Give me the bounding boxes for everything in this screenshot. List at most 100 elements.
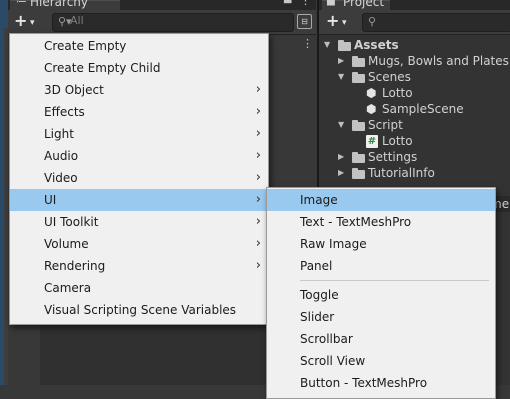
expand-arrow-icon[interactable]: ▼ bbox=[338, 69, 344, 85]
menu-item-create-empty-child[interactable]: Create Empty Child bbox=[10, 57, 268, 79]
menu-item-label: 3D Object bbox=[44, 83, 104, 97]
folder-open-icon bbox=[352, 120, 365, 131]
menu-item-label: Create Empty bbox=[44, 39, 127, 53]
tree-item-script[interactable]: ▼ Script bbox=[319, 117, 510, 133]
tree-item-label: Settings bbox=[368, 150, 418, 164]
submenu-item-panel[interactable]: Panel bbox=[267, 255, 495, 277]
tree-item-label: Script bbox=[368, 118, 403, 132]
hierarchy-search-input[interactable] bbox=[52, 13, 294, 32]
menu-item-3d-object[interactable]: 3D Object › bbox=[10, 79, 268, 101]
submenu-item-label: Slider bbox=[300, 310, 335, 324]
menu-item-create-empty[interactable]: Create Empty bbox=[10, 35, 268, 57]
hierarchy-empty-area bbox=[40, 320, 268, 385]
menu-item-label: Visual Scripting Scene Variables bbox=[44, 303, 237, 317]
ui-submenu: Image Text - TextMeshPro Raw Image Panel Tog… bbox=[266, 187, 496, 399]
submenu-item-scroll-view[interactable]: Scroll View bbox=[267, 350, 495, 372]
folder-open-icon bbox=[338, 40, 351, 51]
csharp-script-icon: # bbox=[366, 135, 378, 148]
menu-item-visual-scripting-scene-variables[interactable]: Visual Scripting Scene Variables bbox=[10, 299, 268, 321]
menu-item-camera[interactable]: Camera bbox=[10, 277, 268, 299]
hierarchy-add-button[interactable]: + ▾ bbox=[12, 11, 42, 31]
menu-item-label: Light bbox=[44, 127, 74, 141]
menu-item-label: Camera bbox=[44, 281, 92, 295]
project-search-input[interactable] bbox=[362, 13, 510, 32]
unity-scene-icon: ⬢ bbox=[366, 86, 377, 100]
folder-open-icon bbox=[352, 72, 365, 83]
plus-icon: + bbox=[14, 11, 28, 30]
expand-arrow-icon[interactable]: ▼ bbox=[324, 37, 330, 53]
hierarchy-list-icon: ≔ bbox=[16, 0, 27, 7]
submenu-item-button-textmeshpro[interactable]: Button - TextMeshPro bbox=[267, 372, 495, 394]
submenu-arrow-icon: › bbox=[255, 170, 261, 185]
menu-item-ui[interactable]: UI › bbox=[10, 189, 268, 211]
submenu-arrow-icon: › bbox=[255, 258, 261, 273]
menu-item-label: Video bbox=[44, 171, 78, 185]
tree-item-tutorialinfo[interactable]: ▶ TutorialInfo bbox=[319, 165, 510, 181]
folder-icon bbox=[352, 152, 365, 163]
menu-item-label: Effects bbox=[44, 105, 85, 119]
menu-item-label: Create Empty Child bbox=[44, 61, 161, 75]
tree-item-label: TutorialInfo bbox=[368, 166, 435, 180]
tree-item-label: Lotto bbox=[382, 134, 413, 148]
submenu-arrow-icon: › bbox=[255, 236, 261, 251]
tree-item-label: Mugs, Bowls and Plates bbox=[368, 54, 509, 68]
tree-item-label: SampleScene bbox=[382, 102, 464, 116]
menu-item-effects[interactable]: Effects › bbox=[10, 101, 268, 123]
submenu-item-label: Text - TextMeshPro bbox=[300, 215, 412, 229]
menu-item-label: Audio bbox=[44, 149, 79, 163]
search-icon[interactable]: ⚲ bbox=[368, 15, 376, 28]
hierarchy-tab-label: Hierarchy bbox=[30, 0, 89, 9]
submenu-arrow-icon: › bbox=[255, 148, 261, 163]
collapse-arrow-icon[interactable]: ▶ bbox=[338, 53, 344, 69]
chevron-down-icon: ▾ bbox=[342, 18, 347, 28]
tree-item-label: Scenes bbox=[368, 70, 411, 84]
submenu-item-label: Scrollbar bbox=[300, 332, 353, 346]
chevron-down-icon: ▾ bbox=[30, 18, 35, 28]
menu-item-ui-toolkit[interactable]: UI Toolkit › bbox=[10, 211, 268, 233]
submenu-item-slider[interactable]: Slider bbox=[267, 306, 495, 328]
submenu-item-text-textmeshpro[interactable]: Text - TextMeshPro bbox=[267, 211, 495, 233]
tree-item-lotto[interactable]: # Lotto bbox=[319, 133, 510, 149]
menu-item-video[interactable]: Video › bbox=[10, 167, 268, 189]
tree-item-lotto[interactable]: ⬢ Lotto bbox=[319, 85, 510, 101]
menu-item-label: Volume bbox=[44, 237, 89, 251]
collapse-arrow-icon[interactable]: ▶ bbox=[338, 165, 344, 181]
submenu-arrow-icon: › bbox=[255, 192, 261, 207]
lock-icon[interactable]: ■ bbox=[283, 0, 292, 5]
submenu-item-label: Scroll View bbox=[300, 354, 366, 368]
tree-item-samplescene[interactable]: ⬢ SampleScene bbox=[319, 101, 510, 117]
menu-separator bbox=[300, 280, 489, 281]
folder-icon bbox=[352, 168, 365, 179]
menu-item-label: UI bbox=[44, 193, 57, 207]
menu-item-rendering[interactable]: Rendering › bbox=[10, 255, 268, 277]
menu-item-label: UI Toolkit bbox=[44, 215, 99, 229]
folder-icon bbox=[352, 56, 365, 67]
panel-menu-icon[interactable]: ⋮ bbox=[300, 0, 311, 7]
project-add-button[interactable]: + ▾ bbox=[324, 11, 354, 31]
menu-item-audio[interactable]: Audio › bbox=[10, 145, 268, 167]
menu-item-volume[interactable]: Volume › bbox=[10, 233, 268, 255]
expand-arrow-icon[interactable]: ▼ bbox=[338, 117, 344, 133]
submenu-item-image[interactable]: Image bbox=[267, 189, 495, 211]
tree-item-label: Lotto bbox=[382, 86, 413, 100]
menu-item-label: Rendering bbox=[44, 259, 106, 273]
submenu-item-label: Button - TextMeshPro bbox=[300, 376, 428, 390]
menu-item-light[interactable]: Light › bbox=[10, 123, 268, 145]
collapse-arrow-icon[interactable]: ▶ bbox=[338, 149, 344, 165]
submenu-item-label: Image bbox=[300, 193, 338, 207]
submenu-item-toggle[interactable]: Toggle bbox=[267, 284, 495, 306]
submenu-arrow-icon: › bbox=[255, 126, 261, 141]
hierarchy-search-placeholder: All bbox=[70, 14, 84, 27]
create-gameobject-menu: Create Empty Create Empty Child 3D Object ›… bbox=[9, 33, 269, 325]
project-tab-label: Project bbox=[343, 0, 385, 9]
tree-item-assets[interactable]: ▼ Assets bbox=[319, 37, 510, 53]
plus-icon: + bbox=[326, 11, 340, 30]
filter-icon[interactable]: ⊟ bbox=[297, 14, 312, 29]
submenu-item-raw-image[interactable]: Raw Image bbox=[267, 233, 495, 255]
tree-item-mugs-bowls-and-plates[interactable]: ▶ Mugs, Bowls and Plates bbox=[319, 53, 510, 69]
more-options-icon[interactable]: ⋮ bbox=[302, 37, 313, 50]
submenu-item-label: Panel bbox=[300, 259, 333, 273]
tree-item-scenes[interactable]: ▼ Scenes bbox=[319, 69, 510, 85]
tree-item-settings[interactable]: ▶ Settings bbox=[319, 149, 510, 165]
submenu-item-scrollbar[interactable]: Scrollbar bbox=[267, 328, 495, 350]
